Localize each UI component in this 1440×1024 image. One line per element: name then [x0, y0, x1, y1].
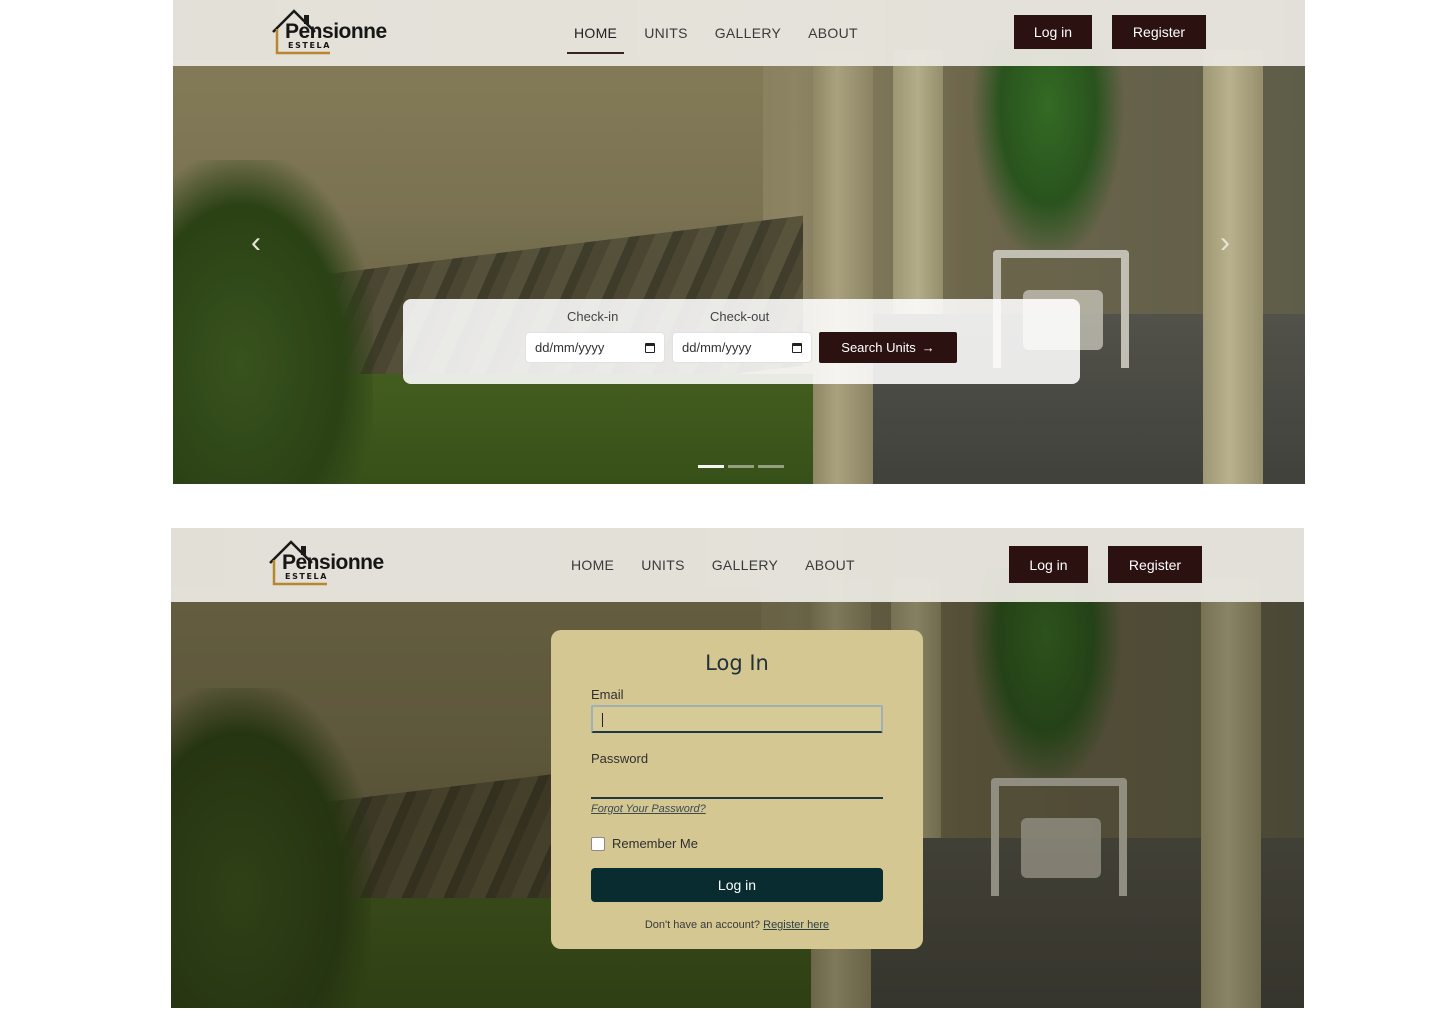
- brand-logo[interactable]: Pensionne ESTELA: [267, 538, 393, 588]
- login-button[interactable]: Log in: [1009, 546, 1088, 583]
- chevron-right-icon[interactable]: ›: [1214, 228, 1236, 258]
- arrow-right-icon: →: [921, 340, 935, 355]
- brand-logo[interactable]: Pensionne ESTELA: [270, 7, 396, 57]
- nav-units[interactable]: UNITS: [641, 557, 685, 573]
- search-units-label: Search Units: [841, 340, 916, 355]
- main-menu: HOME UNITS GALLERY ABOUT: [566, 0, 858, 66]
- nav-about[interactable]: ABOUT: [808, 25, 858, 41]
- email-field[interactable]: [591, 705, 883, 733]
- checkin-label: Check-in: [567, 309, 619, 324]
- remember-me-label: Remember Me: [612, 836, 698, 851]
- login-title: Log In: [705, 651, 769, 675]
- forgot-password-link[interactable]: Forgot Your Password?: [591, 803, 706, 815]
- chevron-left-icon[interactable]: ‹: [245, 228, 267, 258]
- top-navbar: Pensionne ESTELA HOME UNITS GALLERY ABOU…: [173, 0, 1305, 66]
- home-screen: Pensionne ESTELA HOME UNITS GALLERY ABOU…: [173, 0, 1305, 484]
- nav-about[interactable]: ABOUT: [805, 557, 855, 573]
- register-here-link[interactable]: Register here: [763, 919, 829, 931]
- password-label: Password: [591, 751, 649, 766]
- search-units-button[interactable]: Search Units →: [819, 332, 957, 363]
- brand-subtitle: ESTELA: [285, 572, 329, 581]
- signup-prompt: Don't have an account? Register here: [551, 919, 923, 931]
- main-menu: HOME UNITS GALLERY ABOUT: [571, 528, 855, 602]
- text-caret: [602, 713, 603, 727]
- login-screen: Pensionne ESTELA HOME UNITS GALLERY ABOU…: [171, 528, 1304, 1008]
- checkout-date-value: dd/mm/yyyy: [682, 340, 752, 355]
- login-submit-button[interactable]: Log in: [591, 868, 883, 902]
- availability-search-panel: Check-in Check-out dd/mm/yyyy dd/mm/yyyy…: [403, 299, 1080, 384]
- checkout-date-input[interactable]: dd/mm/yyyy: [673, 333, 811, 362]
- nav-gallery[interactable]: GALLERY: [715, 25, 781, 41]
- login-card: Log In Email Password Forgot Your Passwo…: [551, 630, 923, 949]
- register-button[interactable]: Register: [1108, 546, 1202, 583]
- brand-subtitle: ESTELA: [288, 41, 332, 50]
- register-button[interactable]: Register: [1112, 15, 1206, 49]
- nav-home[interactable]: HOME: [566, 25, 625, 54]
- no-account-text: Don't have an account?: [644, 919, 761, 931]
- checkin-date-input[interactable]: dd/mm/yyyy: [526, 333, 664, 362]
- carousel-dot[interactable]: [728, 465, 754, 468]
- carousel-dot[interactable]: [698, 465, 724, 468]
- carousel-indicators: [698, 465, 784, 468]
- calendar-icon[interactable]: [792, 342, 802, 353]
- checkout-label: Check-out: [710, 309, 770, 324]
- password-field[interactable]: [591, 773, 883, 799]
- calendar-icon[interactable]: [645, 342, 655, 353]
- top-navbar: Pensionne ESTELA HOME UNITS GALLERY ABOU…: [171, 528, 1304, 602]
- login-button[interactable]: Log in: [1014, 15, 1092, 49]
- nav-gallery[interactable]: GALLERY: [712, 557, 778, 573]
- email-label: Email: [591, 687, 624, 702]
- remember-me-toggle[interactable]: Remember Me: [591, 836, 698, 851]
- carousel-dot[interactable]: [758, 465, 784, 468]
- nav-units[interactable]: UNITS: [644, 25, 688, 41]
- checkin-date-value: dd/mm/yyyy: [535, 340, 605, 355]
- remember-me-checkbox[interactable]: [591, 836, 605, 851]
- nav-home[interactable]: HOME: [571, 557, 614, 573]
